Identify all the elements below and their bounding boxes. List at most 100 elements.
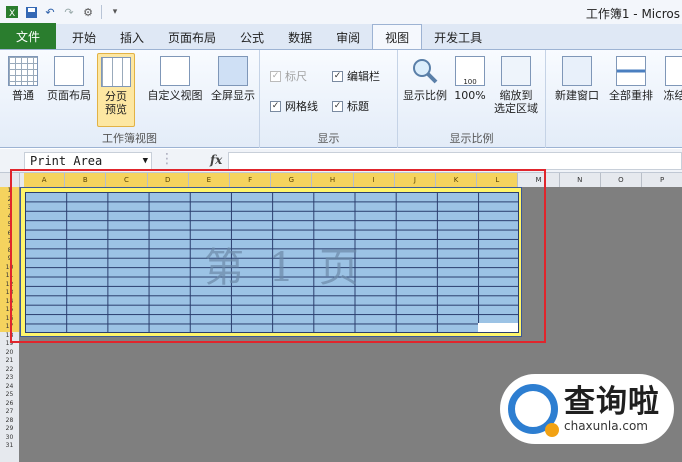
logo-cn: 查询啦 xyxy=(564,384,660,420)
row-header[interactable]: 27 xyxy=(0,408,19,417)
ribbon-tabs: 文件 开始 插入 页面布局 公式 数据 审阅 视图 开发工具 xyxy=(0,23,682,50)
formula-bar-check-mark: ✓ xyxy=(332,70,343,82)
formula-bar-label: 编辑栏 xyxy=(347,70,380,83)
row-header[interactable]: 29 xyxy=(0,425,19,434)
full-screen-label: 全屏显示 xyxy=(211,89,255,102)
headings-check-mark: ✓ xyxy=(332,100,343,112)
freeze-panes-button[interactable]: 冻结窗 xyxy=(660,56,682,102)
zoom-to-selection-icon xyxy=(501,56,531,86)
tab-developer[interactable]: 开发工具 xyxy=(422,25,494,49)
zoom-100-label: 100% xyxy=(454,89,486,102)
tab-data[interactable]: 数据 xyxy=(276,25,324,49)
row-header[interactable]: 23 xyxy=(0,374,19,383)
custom-views-button[interactable]: 自定义视图 xyxy=(144,56,206,102)
page-layout-view-label: 页面布局 xyxy=(47,89,91,102)
group-label-zoom: 显示比例 xyxy=(449,132,494,145)
zoom-to-selection-label: 缩放到 选定区域 xyxy=(494,89,538,115)
new-window-icon xyxy=(562,56,592,86)
name-box-value: Print Area xyxy=(30,154,103,168)
row-header[interactable]: 28 xyxy=(0,417,19,426)
arrange-all-icon xyxy=(616,56,646,86)
row-header[interactable]: 21 xyxy=(0,357,19,366)
tab-page-layout[interactable]: 页面布局 xyxy=(156,25,228,49)
tab-home[interactable]: 开始 xyxy=(60,25,108,49)
tab-review[interactable]: 审阅 xyxy=(324,25,372,49)
freeze-panes-icon xyxy=(665,56,682,86)
zoom-100-button[interactable]: 100 100% xyxy=(452,56,488,102)
excel-icon: X xyxy=(4,4,20,20)
title-bar: X ↶ ↷ ⚙ ▾ 工作簿1 - Micros xyxy=(0,0,682,24)
group-label-show: 显示 xyxy=(317,132,340,145)
normal-view-label: 普通 xyxy=(12,89,34,102)
full-screen-button[interactable]: 全屏显示 xyxy=(207,56,259,102)
normal-view-icon xyxy=(8,56,38,86)
arrange-all-button[interactable]: 全部重排 xyxy=(604,56,658,102)
row-header[interactable]: 30 xyxy=(0,434,19,443)
formula-bar-checkbox[interactable]: ✓ 编辑栏 xyxy=(332,68,380,84)
row-header[interactable]: 22 xyxy=(0,366,19,375)
group-window: 新建窗口 全部重排 冻结窗 xyxy=(546,50,682,148)
group-label-workbook-views: 工作簿视图 xyxy=(102,132,157,145)
tab-formulas[interactable]: 公式 xyxy=(228,25,276,49)
tab-view[interactable]: 视图 xyxy=(372,24,423,49)
row-header[interactable]: 20 xyxy=(0,349,19,358)
watermark-logo: 查询啦 chaxunla.com xyxy=(500,374,674,444)
freeze-panes-label: 冻结窗 xyxy=(663,89,682,102)
gridlines-check-mark: ✓ xyxy=(270,100,281,112)
group-zoom: 显示比例 100 100% 缩放到 选定区域 显示比例 xyxy=(398,50,546,148)
window-title: 工作簿1 - Micros xyxy=(585,7,680,21)
redo-icon[interactable]: ↷ xyxy=(61,4,77,20)
ruler-label: 标尺 xyxy=(285,70,307,83)
undo-icon[interactable]: ↶ xyxy=(42,4,58,20)
svg-text:X: X xyxy=(9,9,15,19)
ruler-check-mark: ✓ xyxy=(270,70,281,82)
logo-en: chaxunla.com xyxy=(564,419,648,433)
formula-input[interactable] xyxy=(228,152,682,170)
headings-label: 标题 xyxy=(347,100,369,113)
zoom-100-icon: 100 xyxy=(455,56,485,86)
qat-separator xyxy=(101,5,102,19)
logo-icon xyxy=(508,384,559,437)
highlight-box xyxy=(10,169,546,343)
arrange-all-label: 全部重排 xyxy=(609,89,653,102)
customize-icon[interactable]: ⚙ xyxy=(80,4,96,20)
group-show: ✓ 标尺 ✓ 编辑栏 ✓ 网格线 ✓ 标题 显示 xyxy=(260,50,398,148)
qat-dropdown-icon[interactable]: ▾ xyxy=(107,4,123,20)
page-break-preview-label: 分页 预览 xyxy=(105,90,127,116)
page-break-preview-button[interactable]: 分页 预览 xyxy=(97,53,135,127)
full-screen-icon xyxy=(218,56,248,86)
magnifier-icon xyxy=(410,56,440,86)
ruler-checkbox[interactable]: ✓ 标尺 xyxy=(270,68,307,84)
custom-views-label: 自定义视图 xyxy=(147,89,203,102)
column-header[interactable]: N xyxy=(560,173,601,187)
column-header[interactable]: P xyxy=(642,173,682,187)
logo-text: 查询啦 chaxunla.com xyxy=(564,385,660,433)
new-window-label: 新建窗口 xyxy=(555,89,599,102)
tab-insert[interactable]: 插入 xyxy=(108,25,156,49)
ribbon: 普通 页面布局 分页 预览 自定义视图 全屏显示 工作簿视图 ✓ 标尺 ✓ 编辑… xyxy=(0,50,682,148)
row-header[interactable]: 24 xyxy=(0,383,19,392)
normal-view-button[interactable]: 普通 xyxy=(6,56,40,102)
new-window-button[interactable]: 新建窗口 xyxy=(550,56,604,102)
tab-file[interactable]: 文件 xyxy=(0,23,56,49)
row-header[interactable]: 26 xyxy=(0,400,19,409)
zoom-label: 显示比例 xyxy=(403,89,447,102)
name-box-dropdown-icon[interactable]: ▼ xyxy=(143,153,148,169)
gridlines-label: 网格线 xyxy=(285,100,318,113)
quick-access-toolbar: X ↶ ↷ ⚙ ▾ xyxy=(0,4,123,20)
zoom-to-selection-button[interactable]: 缩放到 选定区域 xyxy=(490,56,542,115)
row-header[interactable]: 31 xyxy=(0,442,19,451)
save-icon[interactable] xyxy=(23,4,39,20)
page-break-preview-icon xyxy=(101,57,131,87)
page-layout-view-button[interactable]: 页面布局 xyxy=(44,56,94,102)
group-workbook-views: 普通 页面布局 分页 预览 自定义视图 全屏显示 工作簿视图 xyxy=(0,50,260,148)
headings-checkbox[interactable]: ✓ 标题 xyxy=(332,98,369,114)
gridlines-checkbox[interactable]: ✓ 网格线 xyxy=(270,98,318,114)
insert-function-icon[interactable]: fx xyxy=(210,153,222,167)
page-layout-view-icon xyxy=(54,56,84,86)
column-header[interactable]: O xyxy=(601,173,642,187)
custom-views-icon xyxy=(160,56,190,86)
zoom-button[interactable]: 显示比例 xyxy=(400,56,450,102)
row-header[interactable]: 25 xyxy=(0,391,19,400)
name-box[interactable]: Print Area ▼ xyxy=(24,152,152,170)
